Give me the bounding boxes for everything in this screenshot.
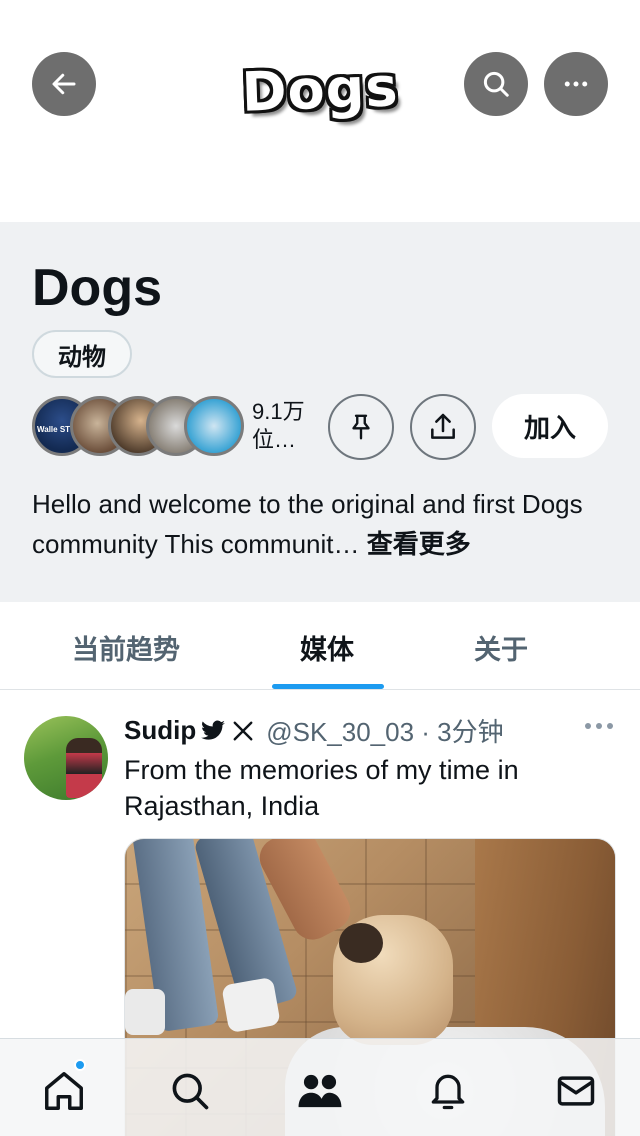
community-title: Dogs (32, 259, 162, 317)
see-more-link[interactable]: 查看更多 (367, 529, 471, 559)
share-icon (431, 413, 455, 439)
share-button[interactable] (410, 394, 476, 460)
community-info-panel: Dogs 动物 Walle STRONG 9.1万位… 加入 Hello and… (0, 222, 640, 602)
nav-messages[interactable] (548, 1063, 604, 1119)
tab-media[interactable]: 媒体 (300, 628, 354, 667)
join-button[interactable]: 加入 (492, 394, 608, 458)
image-shoe (125, 989, 165, 1035)
description-text: Hello and welcome to the original and fi… (32, 489, 583, 559)
nav-home[interactable] (36, 1063, 92, 1119)
active-tab-indicator (272, 684, 384, 689)
home-icon (45, 1072, 83, 1110)
post-header: Sudip @SK_30_03 · 3分钟 (124, 712, 504, 749)
avatar-photo-figure (66, 738, 102, 798)
community-logo-text: Dogs (240, 55, 400, 124)
member-count[interactable]: 9.1万位… (252, 398, 316, 454)
post-text: From the memories of my time in Rajastha… (124, 755, 519, 821)
tab-about[interactable]: 关于 (474, 628, 528, 667)
nav-search[interactable] (162, 1063, 218, 1119)
more-options-button[interactable] (544, 52, 608, 116)
search-icon (483, 71, 509, 97)
twitter-bird-icon (200, 720, 226, 742)
x-logo-icon (232, 720, 254, 742)
member-avatar (184, 396, 244, 456)
arrow-left-icon (52, 73, 76, 95)
community-tabs: 当前趋势 媒体 关于 (0, 602, 640, 690)
category-tag[interactable]: 动物 (32, 330, 132, 378)
back-button[interactable] (32, 52, 96, 116)
pin-button[interactable] (328, 394, 394, 460)
mail-icon (557, 1076, 595, 1106)
bottom-navigation (0, 1038, 640, 1136)
tab-trending[interactable]: 当前趋势 (72, 628, 180, 667)
image-shoe (221, 976, 281, 1034)
home-notification-dot (74, 1059, 86, 1071)
post-more-button[interactable] (582, 716, 616, 736)
image-pug-face (339, 923, 383, 963)
nav-communities[interactable] (292, 1063, 348, 1119)
pin-icon (352, 414, 370, 440)
member-avatars[interactable]: Walle STRONG (32, 396, 244, 456)
search-button[interactable] (464, 52, 528, 116)
top-header: Dogs (0, 0, 640, 222)
communities-icon (298, 1074, 342, 1108)
author-name[interactable]: Sudip (124, 715, 196, 746)
author-handle-time: @SK_30_03 · 3分钟 (266, 717, 504, 747)
nav-notifications[interactable] (420, 1063, 476, 1119)
bell-icon (431, 1074, 465, 1110)
search-icon (172, 1073, 209, 1110)
more-horizontal-icon (564, 81, 588, 87)
more-horizontal-icon (585, 723, 613, 729)
community-description: Hello and welcome to the original and fi… (32, 484, 612, 564)
author-avatar[interactable] (24, 716, 108, 800)
